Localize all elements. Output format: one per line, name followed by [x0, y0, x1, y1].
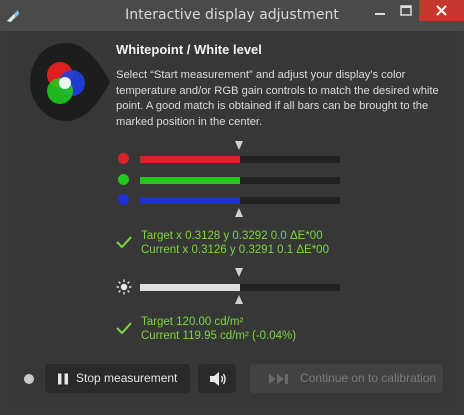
sun-icon	[116, 279, 132, 295]
luminance-marker-bottom	[235, 295, 243, 304]
luminance-bar	[140, 284, 340, 291]
whitepoint-current: Current x 0.3126 y 0.3291 0.1 ΔE*00	[141, 244, 329, 256]
pause-icon	[58, 373, 68, 385]
green-dot	[118, 174, 129, 185]
close-icon	[436, 5, 447, 16]
red-bar	[140, 156, 340, 163]
luminance-bar-fill	[140, 284, 240, 291]
whitepoint-target: Target x 0.3128 y 0.3292 0.0 ΔE*00	[141, 230, 323, 242]
check-icon	[116, 236, 132, 248]
blue-bar-fill	[140, 197, 240, 204]
continue-button[interactable]: Continue on to calibration	[250, 364, 443, 393]
continue-label: Continue on to calibration	[300, 371, 437, 385]
sound-button[interactable]	[198, 364, 236, 393]
status-indicator	[24, 374, 34, 384]
section-heading: Whitepoint / White level	[116, 42, 262, 57]
check-icon	[116, 322, 132, 334]
green-bar	[140, 177, 340, 184]
white-level-target: Target 120.00 cd/m²	[141, 316, 244, 328]
speaker-icon	[210, 372, 226, 386]
center-marker-top	[235, 141, 243, 150]
center-marker-bottom	[235, 208, 243, 217]
instructions-text: Select “Start measurement” and adjust yo…	[116, 69, 439, 128]
title-bar: Interactive display adjustment	[0, 0, 464, 31]
green-bar-fill	[140, 177, 240, 184]
stop-measurement-button[interactable]: Stop measurement	[45, 364, 190, 393]
blue-dot	[118, 194, 129, 205]
window: Interactive display adjustment Whitepoin…	[0, 0, 464, 415]
skip-forward-icon	[269, 374, 288, 384]
rgb-logo	[30, 43, 110, 121]
minimize-icon	[375, 13, 385, 15]
maximize-icon	[400, 5, 412, 16]
blue-bar	[140, 197, 340, 204]
red-bar-fill	[140, 156, 240, 163]
minimize-button[interactable]	[367, 0, 393, 21]
close-button[interactable]	[419, 0, 464, 21]
maximize-button[interactable]	[393, 0, 419, 21]
red-dot	[118, 153, 129, 164]
stop-measurement-label: Stop measurement	[76, 371, 178, 385]
content-panel: Whitepoint / White level Select “Start m…	[8, 31, 456, 407]
white-level-current: Current 119.95 cd/m² (-0.04%)	[141, 330, 297, 342]
luminance-marker-top	[235, 268, 243, 277]
